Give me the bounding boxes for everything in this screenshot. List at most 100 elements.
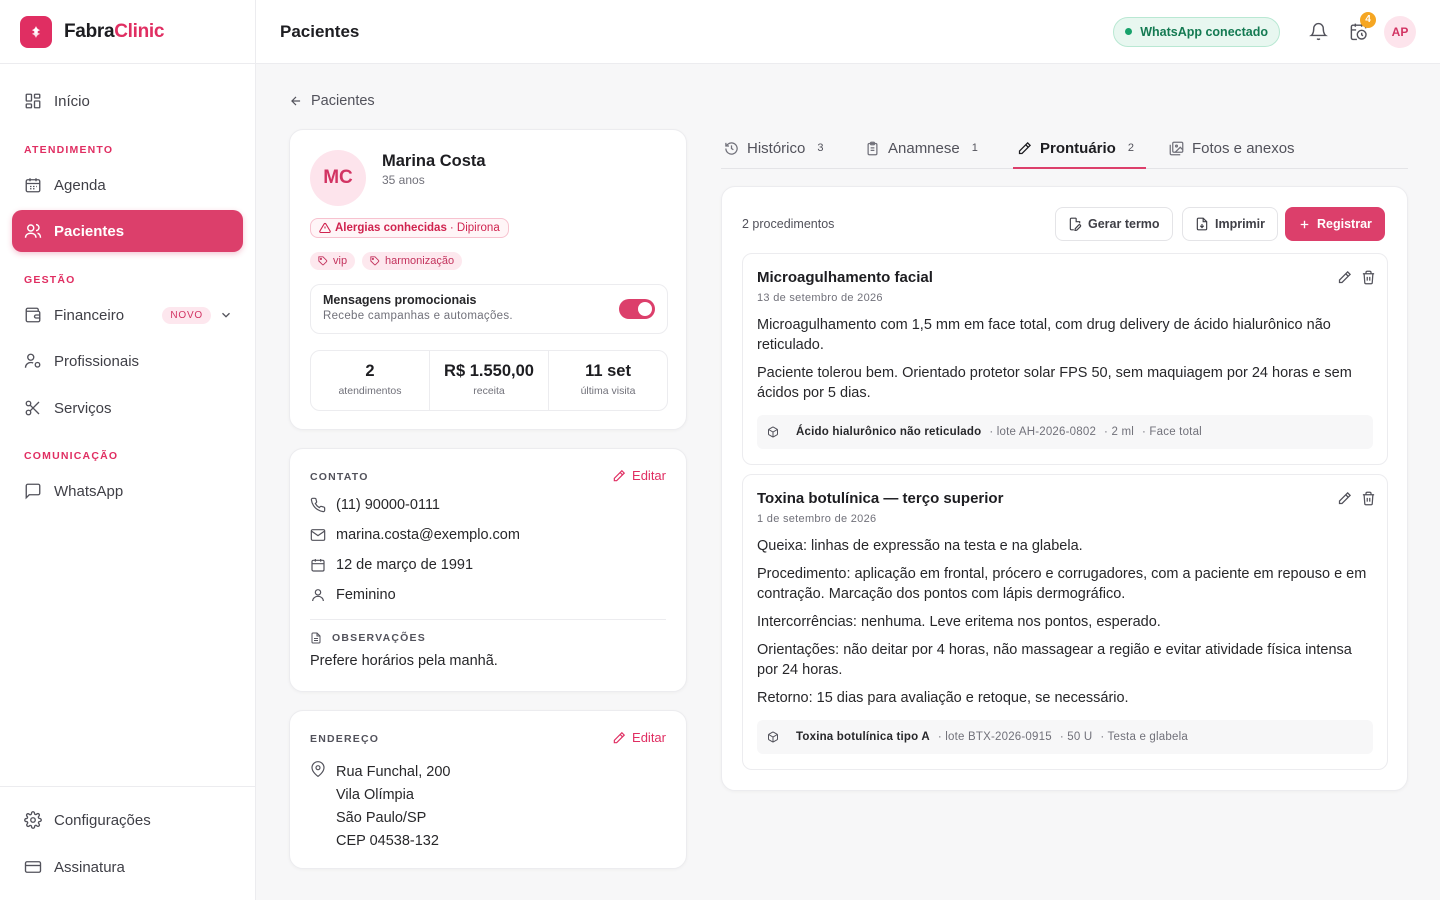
record-paragraph: Microagulhamento com 1,5 mm em face tota… (757, 317, 1331, 353)
record-title: Toxina botulínica — terço superior (757, 490, 1004, 507)
phone-value: (11) 90000-0111 (336, 497, 440, 513)
tab-historico[interactable]: Histórico 3 (724, 128, 823, 168)
file-pen-icon (1068, 217, 1088, 231)
observations-label-row: OBSERVAÇÕES (310, 632, 426, 644)
address-city: São Paulo/SP (336, 810, 427, 826)
reminders-button[interactable]: 4 (1342, 11, 1376, 48)
record-body: Queixa: linhas de expressão na testa e n… (757, 536, 1373, 716)
sidebar-item-inicio[interactable]: Início (12, 80, 243, 122)
register-button[interactable]: Registrar (1285, 207, 1385, 241)
button-label: Registrar (1317, 217, 1372, 231)
birthdate-value: 12 de março de 1991 (336, 557, 474, 573)
trash-icon[interactable] (1361, 491, 1377, 507)
record-paragraph: Queixa: linhas de expressão na testa e n… (757, 538, 1083, 554)
gender-value: Feminino (336, 587, 396, 603)
edit-address-button[interactable]: Editar (612, 730, 666, 745)
stat-label: última visita (580, 385, 636, 397)
tag-vip[interactable]: vip (310, 252, 356, 270)
gear-icon (24, 811, 42, 829)
record-date: 13 de setembro de 2026 (757, 292, 883, 304)
address-label: ENDEREÇO (310, 733, 380, 745)
address-district: Vila Olímpia (336, 787, 414, 803)
patient-profile-card: MC Marina Costa 35 anos Alergias conheci… (289, 129, 687, 430)
tab-fotos-anexos[interactable]: Fotos e anexos (1169, 128, 1295, 168)
product-lot: · lote AH-2026-0802 (989, 426, 1097, 438)
arrow-left-icon (289, 94, 311, 108)
tab-label: Fotos e anexos (1192, 139, 1295, 157)
pencil-icon (612, 469, 632, 483)
chevron-down-icon[interactable] (219, 308, 233, 322)
file-text-icon (310, 632, 332, 644)
scissors-icon (24, 399, 42, 417)
stat-value: 2 (365, 362, 375, 380)
edit-pencil-icon[interactable] (1337, 491, 1353, 507)
sidebar-item-configuracoes[interactable]: Configurações (12, 799, 243, 841)
promo-title: Mensagens promocionais (323, 293, 477, 307)
edit-label: Editar (632, 468, 666, 483)
sidebar-item-label: Assinatura (54, 858, 125, 876)
address-street: Rua Funchal, 200 (336, 764, 451, 780)
calendar-icon (24, 176, 42, 194)
tab-count: 3 (817, 142, 824, 154)
plus-icon (1298, 218, 1317, 231)
credit-card-icon (24, 858, 42, 876)
sidebar-item-pacientes[interactable]: Pacientes (12, 210, 243, 252)
back-link[interactable]: Pacientes (289, 93, 375, 109)
divider (310, 619, 666, 620)
map-pin-icon (310, 761, 336, 777)
contact-label: CONTATO (310, 471, 369, 483)
edit-contact-button[interactable]: Editar (612, 468, 666, 483)
page-title: Pacientes (280, 21, 360, 41)
product-area: · Face total (1142, 426, 1202, 438)
tab-anamnese[interactable]: Anamnese 1 (865, 128, 978, 168)
print-button[interactable]: Imprimir (1182, 207, 1279, 241)
patient-stats: 2 atendimentos R$ 1.550,00 receita 11 se… (310, 350, 668, 411)
record-paragraph: Orientações: não deitar por 4 horas, não… (757, 642, 1352, 678)
record-entry: Toxina botulínica — terço superior 1 de … (742, 474, 1388, 770)
whatsapp-status-label: WhatsApp conectado (1140, 24, 1268, 39)
tab-label: Anamnese (888, 139, 960, 157)
whatsapp-status-badge[interactable]: WhatsApp conectado (1113, 16, 1280, 47)
product-name: Ácido hialurônico não reticulado (796, 426, 982, 438)
promo-toggle[interactable] (619, 299, 655, 319)
trash-icon[interactable] (1361, 270, 1377, 286)
record-entry: Microagulhamento facial 13 de setembro d… (742, 253, 1388, 465)
contact-email[interactable]: marina.costa@exemplo.com (310, 527, 520, 543)
generate-term-button[interactable]: Gerar termo (1055, 207, 1173, 241)
sidebar-item-assinatura[interactable]: Assinatura (12, 846, 243, 888)
package-icon (767, 426, 788, 438)
notifications-button[interactable] (1302, 16, 1334, 48)
tab-label: Histórico (747, 139, 806, 157)
promo-subtitle: Recebe campanhas e automações. (323, 310, 513, 322)
tag-harmonizacao[interactable]: harmonização (362, 252, 463, 270)
allergy-label: Alergias conhecidas (335, 222, 447, 234)
record-paragraph: Paciente tolerou bem. Orientado protetor… (757, 365, 1352, 401)
contact-phone[interactable]: (11) 90000-0111 (310, 497, 440, 513)
dashboard-icon (24, 92, 42, 110)
users-icon (24, 222, 42, 240)
sidebar-item-whatsapp[interactable]: WhatsApp (12, 470, 243, 512)
tab-prontuario[interactable]: Prontuário 2 (1013, 128, 1146, 169)
edit-pencil-icon[interactable] (1337, 270, 1353, 286)
user-icon (310, 587, 336, 603)
product-lot: · lote BTX-2026-0915 (937, 731, 1052, 743)
sidebar-item-servicos[interactable]: Serviços (12, 387, 243, 429)
sidebar-item-profissionais[interactable]: Profissionais (12, 340, 243, 382)
record-paragraph: Procedimento: aplicação em frontal, próc… (757, 566, 1367, 602)
sidebar-item-financeiro[interactable]: Financeiro NOVO (12, 294, 243, 336)
product-qty: · 2 ml (1104, 426, 1134, 438)
brand-logo-icon (20, 15, 52, 48)
stat-label: receita (473, 385, 505, 397)
back-link-label: Pacientes (311, 93, 375, 109)
brand[interactable]: FabraClinic (0, 0, 255, 64)
pencil-icon (612, 731, 632, 745)
user-avatar[interactable]: AP (1384, 15, 1416, 48)
sidebar-item-agenda[interactable]: Agenda (12, 164, 243, 206)
stat-value: R$ 1.550,00 (444, 362, 534, 380)
product-qty: · 50 U (1059, 731, 1093, 743)
sidebar-item-label: Serviços (54, 399, 112, 417)
mail-icon (310, 527, 336, 543)
address-card: ENDEREÇO Editar Rua Funchal, 200 Vila Ol… (289, 710, 687, 869)
contact-birthdate: 12 de março de 1991 (310, 557, 473, 573)
email-value: marina.costa@exemplo.com (336, 527, 520, 543)
